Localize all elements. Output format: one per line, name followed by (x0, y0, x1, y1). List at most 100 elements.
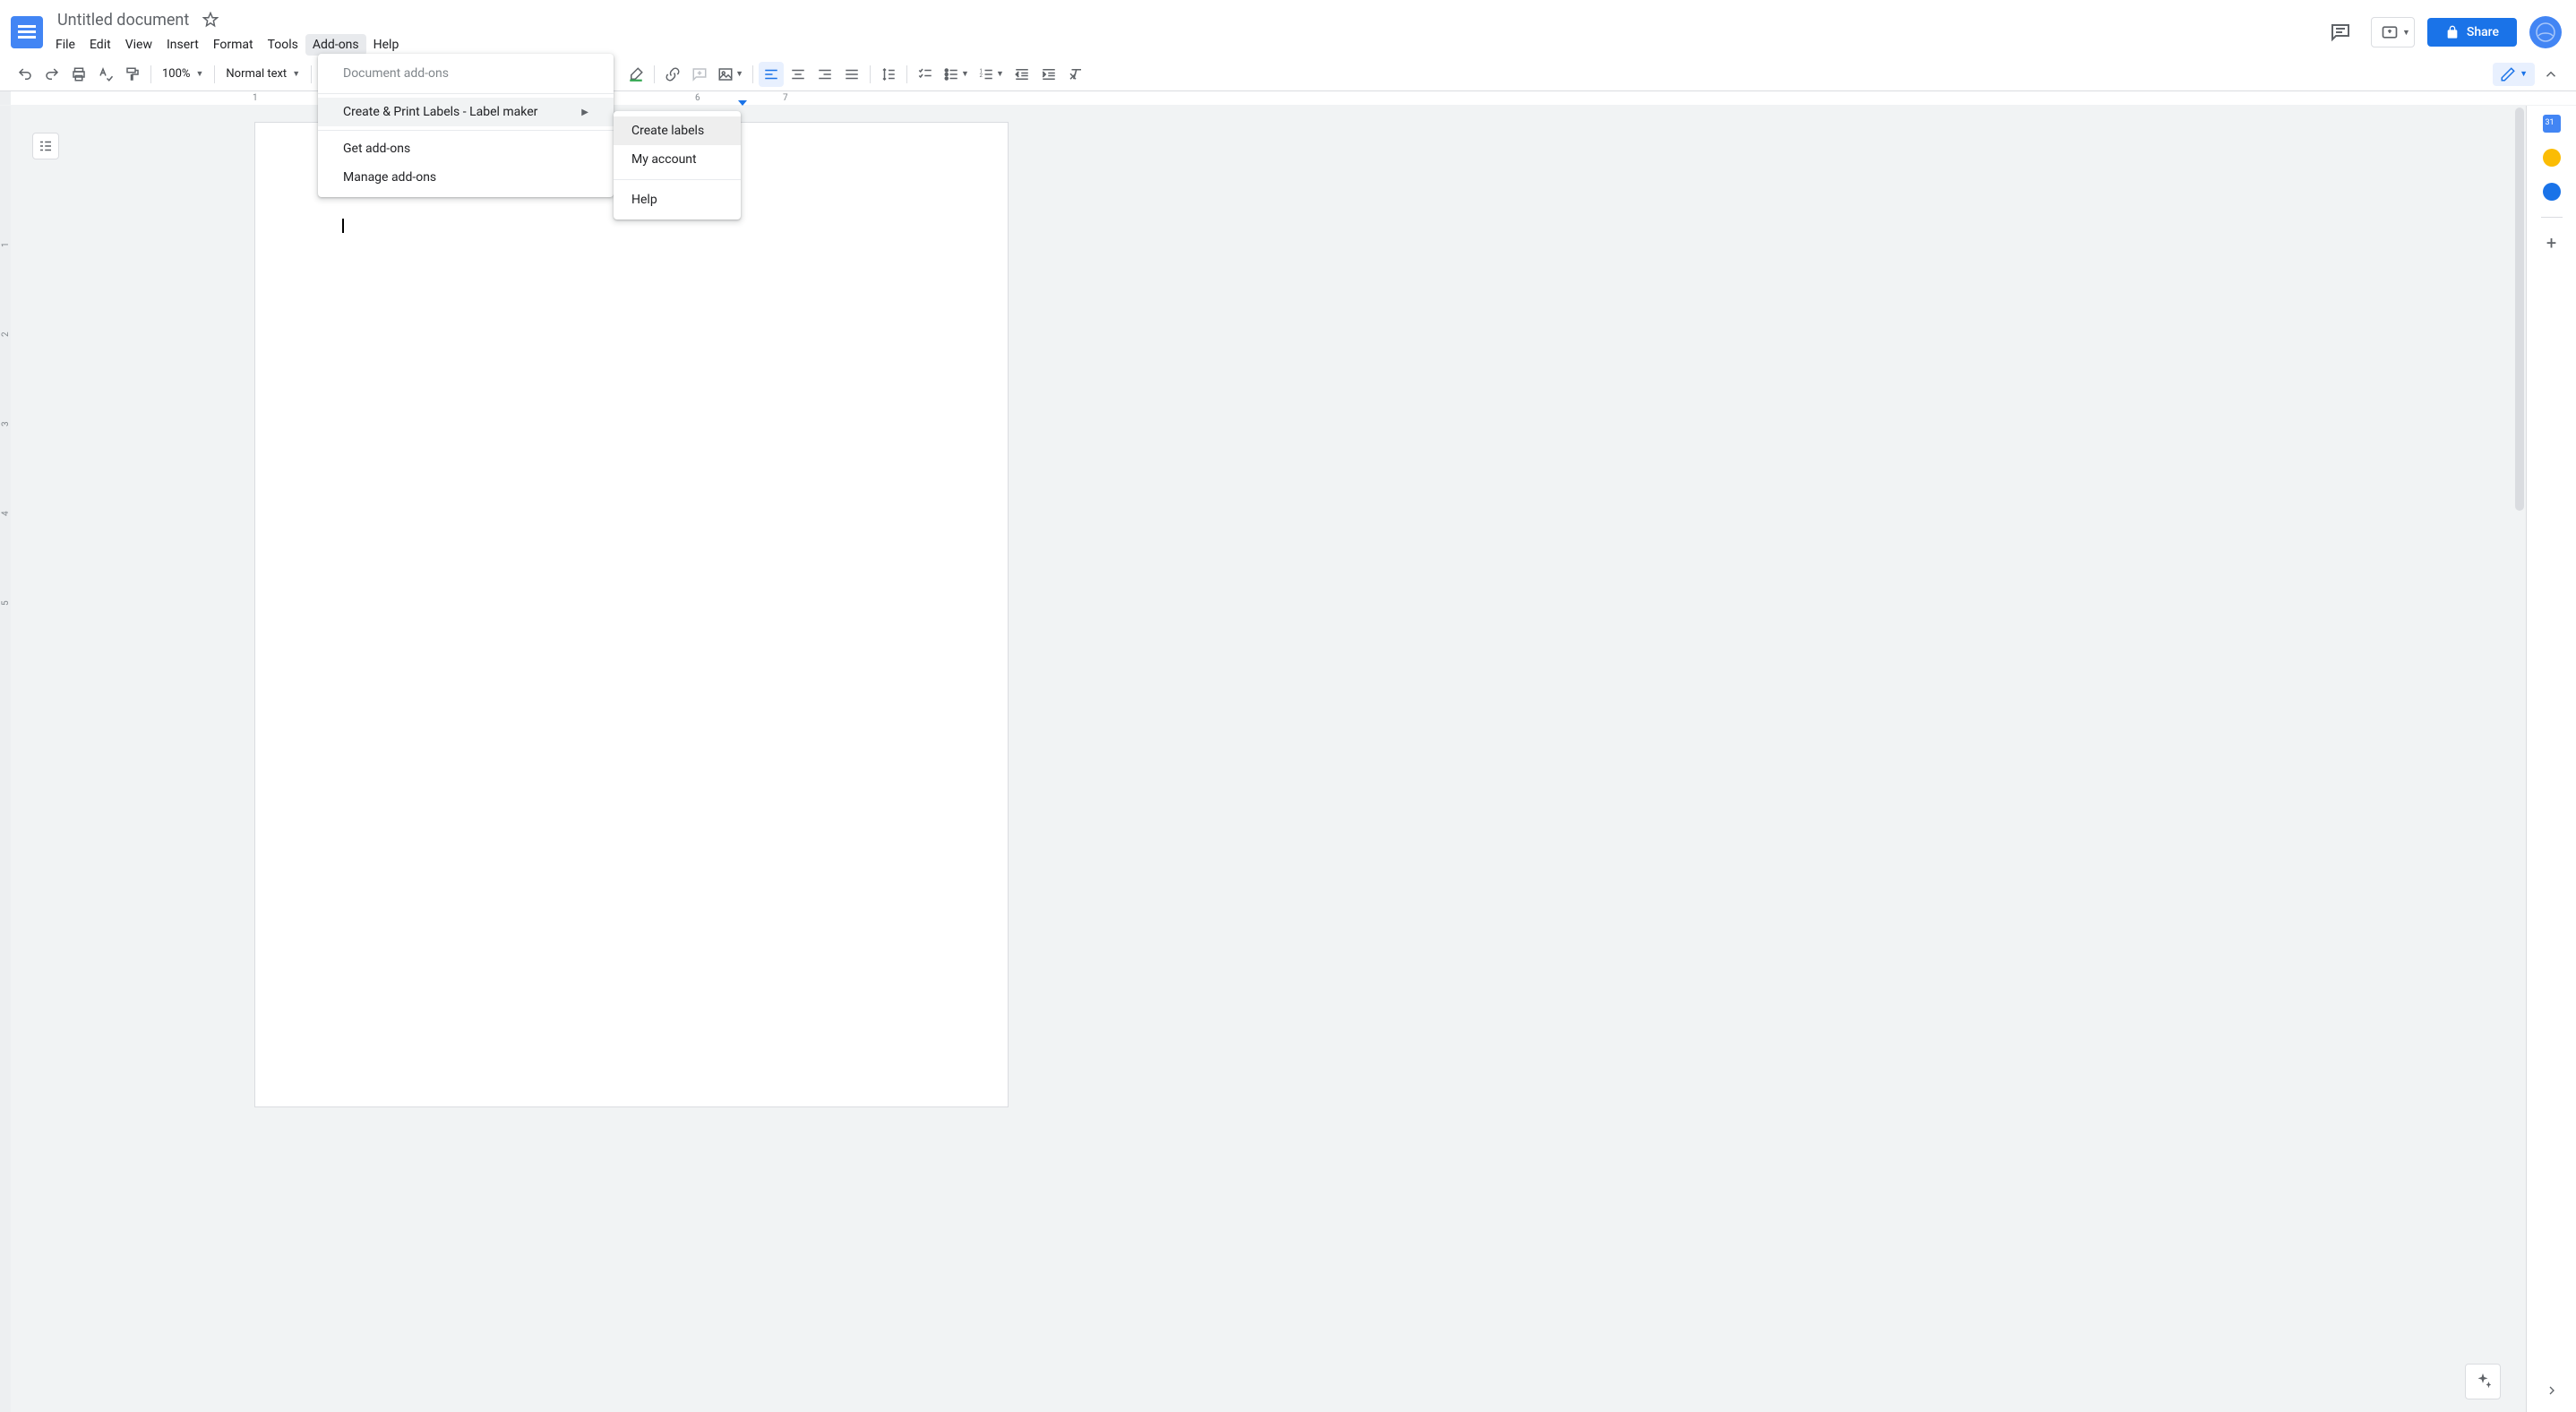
separator (311, 65, 312, 83)
print-button[interactable] (66, 62, 91, 87)
chevron-down-icon: ▼ (292, 69, 300, 79)
menu-insert[interactable]: Insert (159, 34, 206, 56)
comments-button[interactable] (2323, 14, 2358, 50)
increase-indent-button[interactable] (1036, 62, 1061, 87)
separator (906, 65, 907, 83)
style-value: Normal text (226, 67, 287, 81)
separator (318, 130, 614, 131)
account-avatar[interactable] (2529, 16, 2562, 48)
submenu-create-labels[interactable]: Create labels (614, 116, 741, 145)
text-cursor (342, 219, 344, 233)
separator (870, 65, 871, 83)
ruler-mark: 3 (1, 421, 11, 426)
ruler-mark: 2 (1, 331, 11, 337)
menu-format[interactable]: Format (206, 34, 261, 56)
addons-get-addons-item[interactable]: Get add-ons (318, 134, 614, 163)
decrease-indent-button[interactable] (1009, 62, 1035, 87)
share-button[interactable]: Share (2427, 18, 2517, 47)
chevron-down-icon: ▼ (996, 69, 1004, 79)
separator (214, 65, 215, 83)
chevron-right-icon: ▶ (581, 108, 588, 117)
separator (752, 65, 753, 83)
separator (614, 179, 741, 180)
item-label: Get add-ons (343, 142, 410, 156)
label-maker-submenu: Create labels My account Help (614, 111, 741, 220)
editing-mode-button[interactable]: ▼ (2493, 63, 2535, 86)
hide-menus-button[interactable] (2538, 62, 2563, 87)
keep-icon[interactable] (2543, 149, 2561, 167)
separator (2541, 217, 2563, 218)
vertical-ruler[interactable]: 12345 (0, 106, 11, 1412)
style-select[interactable]: Normal text ▼ (220, 62, 305, 87)
header-bar: Untitled document File Edit View Insert … (0, 0, 2576, 57)
zoom-value: 100% (162, 67, 190, 81)
menu-addons[interactable]: Add-ons (305, 34, 366, 56)
menu-tools[interactable]: Tools (261, 34, 305, 56)
calendar-icon[interactable] (2543, 115, 2561, 133)
chevron-down-icon: ▼ (2520, 69, 2528, 79)
separator (318, 93, 614, 94)
main-area: 12345 + (0, 106, 2576, 1412)
chevron-down-icon: ▼ (195, 69, 203, 79)
separator (150, 65, 151, 83)
document-canvas[interactable] (11, 106, 2513, 1412)
title-area: Untitled document File Edit View Insert … (52, 7, 406, 57)
menu-edit[interactable]: Edit (82, 34, 118, 56)
document-title[interactable]: Untitled document (52, 9, 194, 31)
line-spacing-button[interactable] (876, 62, 901, 87)
item-label: Create & Print Labels - Label maker (343, 105, 537, 119)
menu-view[interactable]: View (118, 34, 159, 56)
highlight-color-button[interactable] (623, 62, 648, 87)
paint-format-button[interactable] (120, 62, 145, 87)
explore-button[interactable] (2465, 1364, 2501, 1399)
ruler-mark: 7 (783, 93, 788, 103)
menu-help[interactable]: Help (366, 34, 407, 56)
star-icon[interactable] (202, 11, 219, 29)
lock-icon (2445, 25, 2460, 39)
numbered-list-button[interactable]: 12 ▼ (975, 62, 1008, 87)
toolbar-right: ▼ (2493, 62, 2563, 87)
align-left-button[interactable] (759, 62, 784, 87)
present-button[interactable]: ▼ (2371, 17, 2415, 47)
ruler-mark: 1 (253, 93, 258, 103)
ruler-mark: 5 (1, 600, 11, 606)
chevron-down-icon: ▼ (735, 69, 743, 79)
separator (654, 65, 655, 83)
side-panel: + (2526, 106, 2576, 1412)
insert-link-button[interactable] (660, 62, 685, 87)
align-center-button[interactable] (786, 62, 811, 87)
docs-home-button[interactable] (9, 7, 45, 54)
spellcheck-button[interactable] (93, 62, 118, 87)
scrollbar-thumb[interactable] (2515, 108, 2524, 511)
docs-logo-icon (11, 16, 43, 48)
show-outline-button[interactable] (32, 133, 59, 159)
align-justify-button[interactable] (839, 62, 864, 87)
hide-side-panel-button[interactable] (2527, 1373, 2576, 1408)
addons-header: Document add-ons (318, 59, 614, 90)
chevron-down-icon: ▼ (2402, 28, 2410, 38)
clear-formatting-button[interactable] (1063, 62, 1088, 87)
page[interactable] (254, 122, 1009, 1107)
svg-text:2: 2 (979, 73, 983, 79)
bulleted-list-button[interactable]: ▼ (940, 62, 973, 87)
get-addons-icon[interactable]: + (2543, 234, 2561, 252)
insert-image-button[interactable]: ▼ (714, 62, 747, 87)
item-label: Manage add-ons (343, 170, 436, 185)
addons-manage-addons-item[interactable]: Manage add-ons (318, 163, 614, 192)
submenu-help[interactable]: Help (614, 185, 741, 214)
header-right: ▼ Share (2323, 7, 2562, 57)
ruler-corner (0, 91, 11, 105)
align-right-button[interactable] (812, 62, 837, 87)
submenu-my-account[interactable]: My account (614, 145, 741, 174)
zoom-select[interactable]: 100% ▼ (157, 62, 209, 87)
vertical-scrollbar[interactable] (2513, 106, 2526, 1412)
tasks-icon[interactable] (2543, 183, 2561, 201)
menu-file[interactable]: File (48, 34, 82, 56)
ruler-mark: 1 (1, 242, 11, 247)
redo-button[interactable] (39, 62, 64, 87)
checklist-button[interactable] (913, 62, 938, 87)
addons-dropdown: Document add-ons Create & Print Labels -… (318, 54, 614, 197)
undo-button[interactable] (13, 62, 38, 87)
addons-label-maker-item[interactable]: Create & Print Labels - Label maker ▶ (318, 98, 614, 126)
add-comment-button[interactable] (687, 62, 712, 87)
